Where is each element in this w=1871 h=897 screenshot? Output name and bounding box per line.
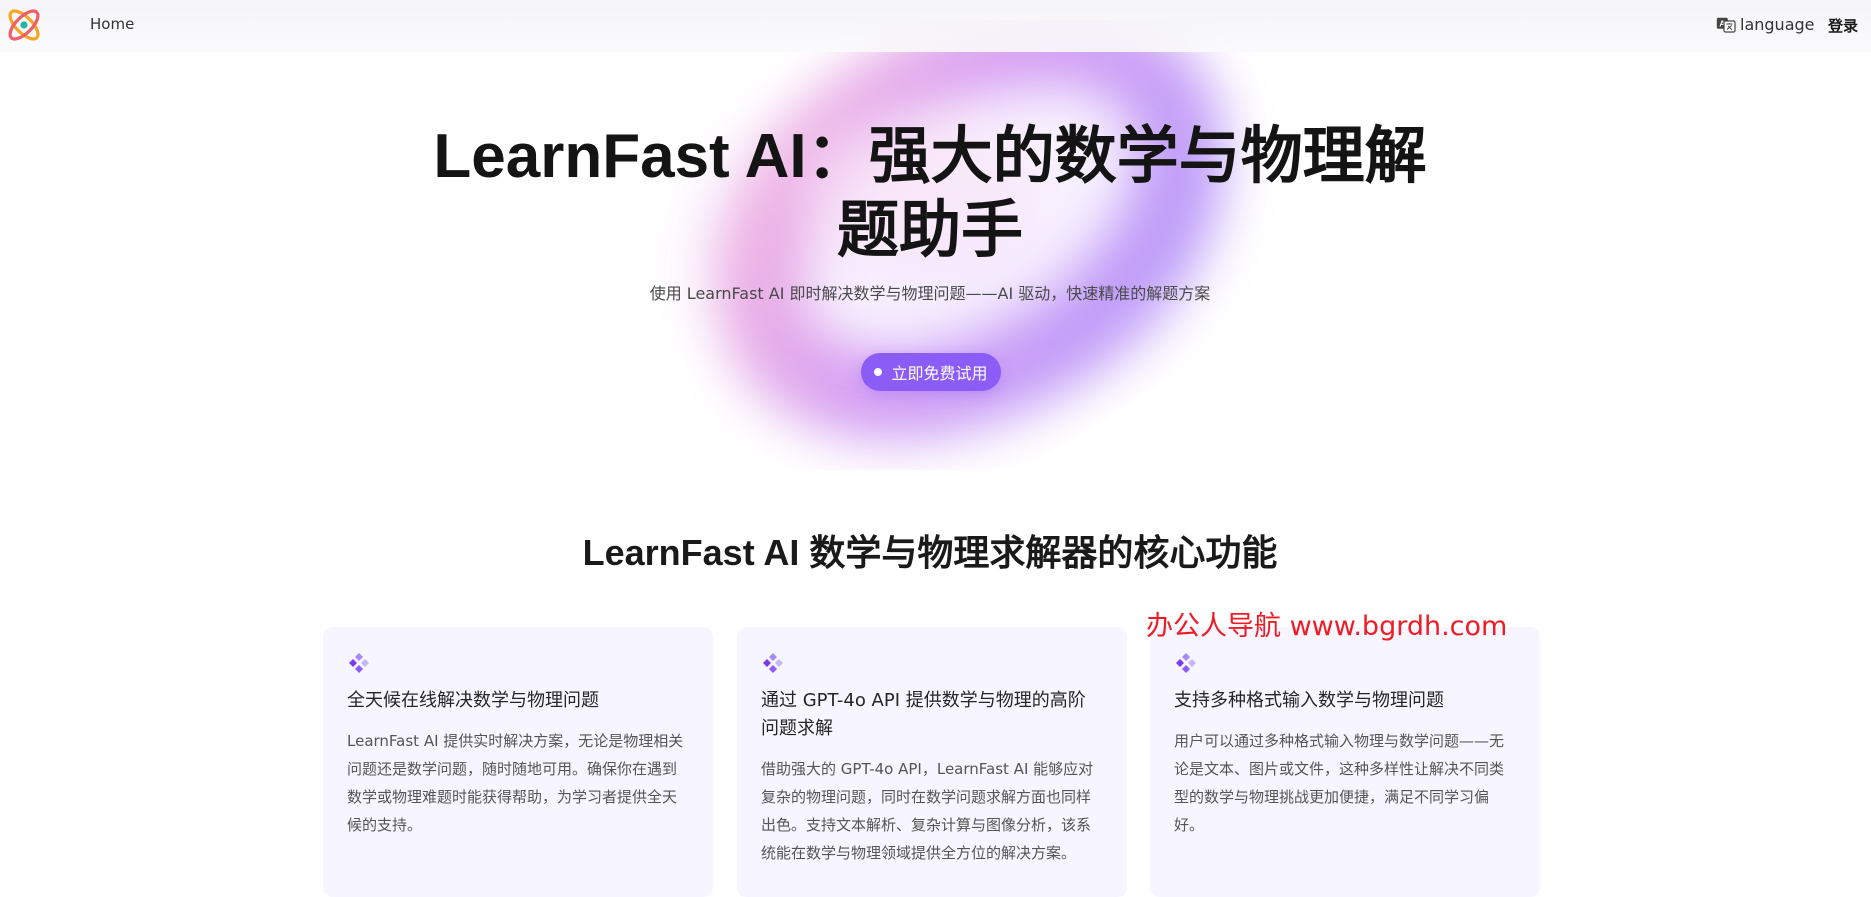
feature-card-title: 全天候在线解决数学与物理问题 xyxy=(347,690,599,711)
feature-card-title: 支持多种格式输入数学与物理问题 xyxy=(1174,690,1444,711)
diamond-cluster-icon xyxy=(1176,653,1196,673)
watermark-text: 办公人导航 www.bgrdh.com xyxy=(1146,611,1508,642)
hero-subtitle: 使用 LearnFast AI 即时解决数学与物理问题——AI 驱动，快速精准的… xyxy=(649,284,1211,303)
translate-icon: A xyxy=(1716,17,1736,33)
login-button[interactable]: 登录 xyxy=(1828,15,1858,36)
feature-card-247: 全天候在线解决数学与物理问题 LearnFast AI 提供实时解决方案，无论是… xyxy=(323,627,713,897)
bullet-dot-icon xyxy=(874,368,883,376)
free-trial-button[interactable]: 立即免费试用 xyxy=(861,353,1001,391)
nav-home-link[interactable]: Home xyxy=(90,15,134,33)
feature-card-description: LearnFast AI 提供实时解决方案，无论是物理相关问题还是数学问题，随时… xyxy=(347,732,684,834)
feature-card-description: 用户可以通过多种格式输入物理与数学问题——无论是文本、图片或文件，这种多样性让解… xyxy=(1174,732,1505,834)
feature-card-formats: 支持多种格式输入数学与物理问题 用户可以通过多种格式输入物理与数学问题——无论是… xyxy=(1150,627,1540,897)
feature-card-description: 借助强大的 GPT-4o API，LearnFast AI 能够应对复杂的物理问… xyxy=(761,760,1094,862)
diamond-cluster-icon xyxy=(349,653,369,673)
feature-card-gpt4o: 通过 GPT-4o API 提供数学与物理的高阶问题求解 借助强大的 GPT-4… xyxy=(737,627,1127,897)
features-section-title: LearnFast AI 数学与物理求解器的核心功能 xyxy=(582,532,1278,573)
diamond-cluster-icon xyxy=(763,653,783,673)
language-label: language xyxy=(1740,15,1815,34)
top-navbar: Home A language 登录 xyxy=(0,0,1871,52)
language-switcher[interactable]: A language xyxy=(1716,15,1815,34)
feature-card-title: 通过 GPT-4o API 提供数学与物理的高阶问题求解 xyxy=(761,690,1086,739)
atom-logo-icon[interactable] xyxy=(4,5,44,45)
hero-title: LearnFast AI：强大的数学与物理解题助手 xyxy=(433,122,1427,265)
free-trial-label: 立即免费试用 xyxy=(891,364,988,383)
